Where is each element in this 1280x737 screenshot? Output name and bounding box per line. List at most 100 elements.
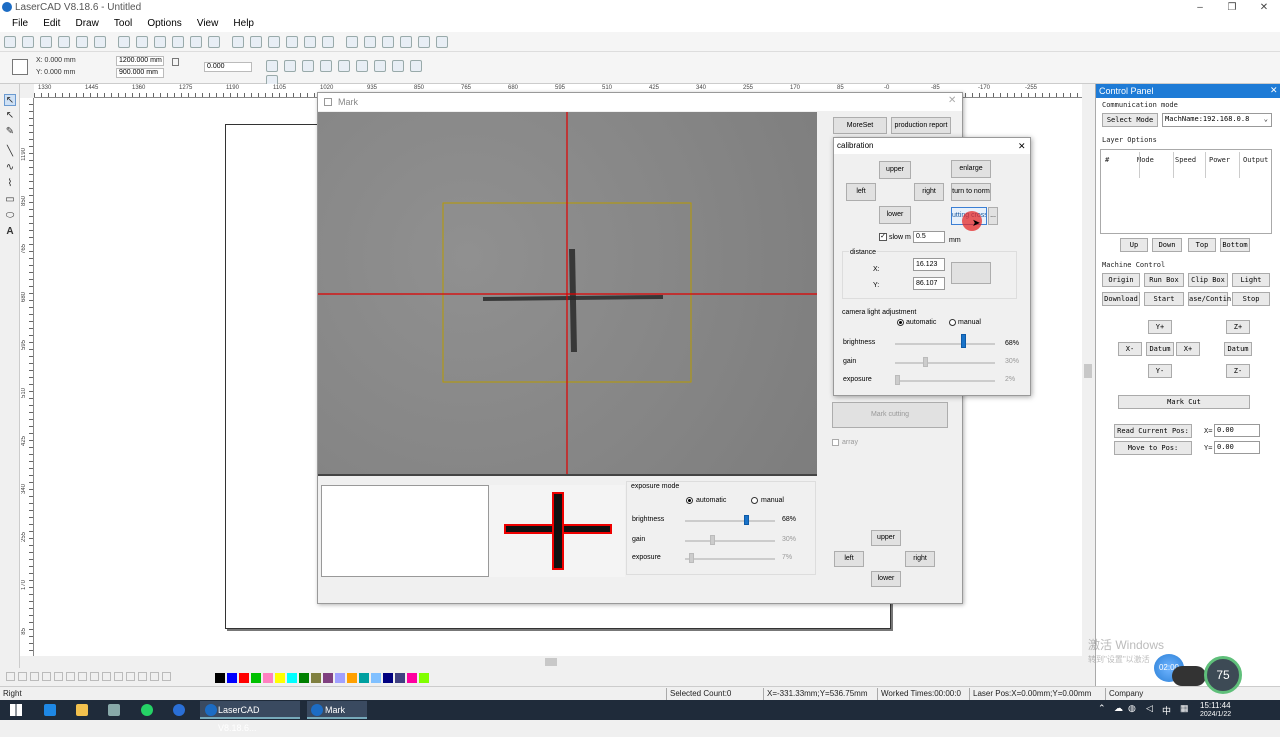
lock-icon[interactable]	[172, 58, 179, 66]
camera-app-icon[interactable]	[108, 704, 120, 716]
menu-view[interactable]: View	[197, 16, 219, 32]
ellipse-tool-icon[interactable]: ⬭	[4, 210, 16, 222]
pan-icon[interactable]	[190, 36, 202, 48]
calib-left-button[interactable]: left	[846, 183, 876, 201]
color-swatch[interactable]	[275, 673, 285, 683]
production-report-button[interactable]: production report	[891, 117, 951, 134]
line-tool-icon[interactable]: ╲	[4, 146, 16, 158]
xy-datum-button[interactable]: Datum	[1146, 342, 1174, 356]
undo-icon[interactable]	[154, 36, 166, 48]
align-tool-7-icon[interactable]	[374, 60, 386, 72]
tray-cloud-icon[interactable]: ☁	[1114, 703, 1123, 714]
color-swatch[interactable]	[395, 673, 405, 683]
y-minus-button[interactable]: Y-	[1148, 364, 1172, 378]
color-swatch[interactable]	[359, 673, 369, 683]
performance-gauge[interactable]: 75	[1204, 656, 1242, 694]
mark-manual-radio[interactable]	[751, 497, 758, 504]
tray-ime-icon[interactable]: ▦	[1180, 703, 1189, 714]
layer-down-button[interactable]: Down	[1152, 238, 1182, 252]
text-tool-icon[interactable]: A	[4, 226, 16, 238]
tray-network-icon[interactable]: ◍	[1128, 703, 1136, 714]
color-swatch[interactable]	[323, 673, 333, 683]
layer-up-button[interactable]: Up	[1120, 238, 1148, 252]
bottom-tool-8-icon[interactable]	[90, 672, 99, 681]
turn-to-norm-button[interactable]: turn to norm	[951, 183, 991, 201]
stop-button[interactable]: Stop	[1232, 292, 1270, 306]
zoom-page-icon[interactable]	[268, 36, 280, 48]
moreset-button[interactable]: MoreSet	[833, 117, 887, 134]
clock-time[interactable]: 15:11:44	[1200, 701, 1231, 710]
bottom-tool-5-icon[interactable]	[54, 672, 63, 681]
color-swatch[interactable]	[251, 673, 261, 683]
explorer-icon[interactable]	[76, 704, 88, 716]
close-icon[interactable]: ✕	[1248, 0, 1280, 16]
move-y-input[interactable]: 0.00	[1214, 441, 1260, 454]
grid-icon[interactable]	[286, 36, 298, 48]
cutting-cross-more-button[interactable]: ...	[988, 207, 998, 225]
y-pos-label[interactable]: Y: 0.000 mm	[36, 69, 75, 76]
control-panel-close-icon[interactable]: ✕	[1270, 85, 1278, 96]
curve-tool-icon[interactable]: ∿	[4, 162, 16, 174]
mark-close-icon[interactable]: ✕	[948, 95, 956, 106]
read-pos-button[interactable]: Read Current Pos:	[1114, 424, 1192, 438]
group-icon[interactable]	[400, 36, 412, 48]
anchor-icon[interactable]	[12, 59, 28, 75]
mark-brightness-slider[interactable]	[685, 520, 775, 522]
bottom-tool-13-icon[interactable]	[150, 672, 159, 681]
calib-enlarge-button[interactable]: enlarge	[951, 160, 991, 178]
color-swatch[interactable]	[239, 673, 249, 683]
select-all-icon[interactable]	[322, 36, 334, 48]
origin-button[interactable]: Origin	[1102, 273, 1140, 287]
color-swatch[interactable]	[263, 673, 273, 683]
color-swatch[interactable]	[311, 673, 321, 683]
height-input[interactable]: 900.000 mm	[116, 68, 164, 78]
clip-box-button[interactable]: Clip Box	[1188, 273, 1228, 287]
snap-icon[interactable]	[304, 36, 316, 48]
bottom-tool-14-icon[interactable]	[162, 672, 171, 681]
move-to-pos-button[interactable]: Move to Pos:	[1114, 441, 1192, 455]
align-tool-4-icon[interactable]	[320, 60, 332, 72]
paste-icon[interactable]	[136, 36, 148, 48]
tray-up-icon[interactable]: ⌃	[1098, 703, 1106, 714]
run-box-button[interactable]: Run Box	[1144, 273, 1184, 287]
align-tool-2-icon[interactable]	[284, 60, 296, 72]
new-file-icon[interactable]	[4, 36, 16, 48]
bottom-tool-9-icon[interactable]	[102, 672, 111, 681]
align-tool-9-icon[interactable]	[410, 60, 422, 72]
edge-icon[interactable]	[44, 704, 56, 716]
import-icon[interactable]	[58, 36, 70, 48]
mark-cut-button[interactable]: Mark Cut	[1118, 395, 1250, 409]
machine-name-select[interactable]: MachName:192.168.0.8 ⌄	[1162, 113, 1272, 127]
bottom-tool-2-icon[interactable]	[18, 672, 27, 681]
calib-right-button[interactable]: right	[914, 183, 944, 201]
start-icon[interactable]	[10, 704, 22, 716]
read-x-input[interactable]: 0.00	[1214, 424, 1260, 437]
layer-bottom-button[interactable]: Bottom	[1220, 238, 1250, 252]
calib-brightness-thumb[interactable]	[961, 334, 966, 348]
start-button[interactable]: Start	[1144, 292, 1184, 306]
redo-icon[interactable]	[172, 36, 184, 48]
restore-icon[interactable]: ❐	[1216, 0, 1248, 16]
settings-icon[interactable]	[436, 36, 448, 48]
bottom-tool-10-icon[interactable]	[114, 672, 123, 681]
menu-help[interactable]: Help	[233, 16, 254, 32]
z-plus-button[interactable]: Z+	[1226, 320, 1250, 334]
slow-move-checkbox[interactable]: ✓	[879, 233, 887, 241]
bottom-tool-6-icon[interactable]	[66, 672, 75, 681]
array-icon[interactable]	[382, 36, 394, 48]
bottom-tool-1-icon[interactable]	[6, 672, 15, 681]
mark-cutting-button[interactable]: Mark cutting	[832, 402, 948, 428]
calibration-close-icon[interactable]: ✕	[1018, 141, 1026, 152]
zoom-in-icon[interactable]	[208, 36, 220, 48]
layer-table[interactable]: # Mode Speed Power Output	[1100, 149, 1272, 234]
color-swatch[interactable]	[287, 673, 297, 683]
bottom-tool-4-icon[interactable]	[42, 672, 51, 681]
menu-options[interactable]: Options	[147, 16, 181, 32]
mark-right-button[interactable]: right	[905, 551, 935, 567]
color-swatch[interactable]	[371, 673, 381, 683]
node-icon[interactable]	[346, 36, 358, 48]
slow-move-input[interactable]: 0.5	[913, 231, 945, 243]
tray-volume-icon[interactable]: ◁	[1146, 703, 1153, 714]
measure-icon[interactable]	[364, 36, 376, 48]
color-swatch[interactable]	[383, 673, 393, 683]
